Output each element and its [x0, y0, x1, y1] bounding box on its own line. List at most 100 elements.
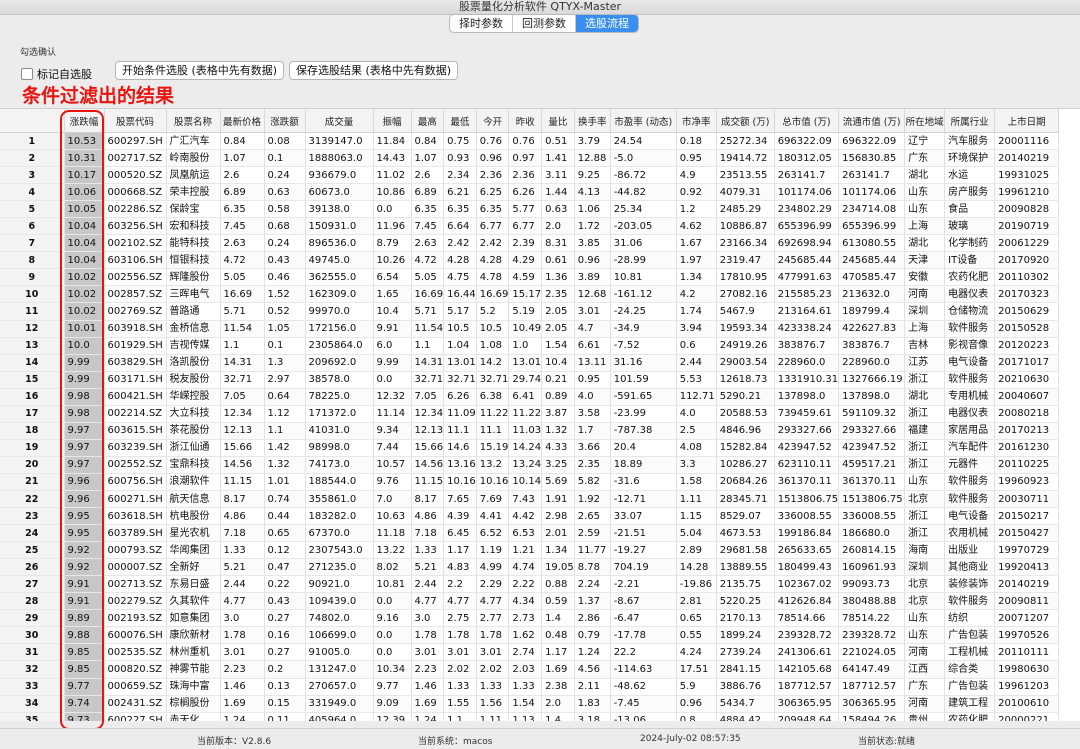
column-header[interactable]: 市净率	[676, 109, 717, 133]
column-header[interactable]: 上市日期	[994, 109, 1060, 133]
table-row[interactable]: 4 10.06 000668.SZ 荣丰控股 6.89 0.63 60673.0 10.86 6…	[0, 183, 1060, 202]
table-cell: 002769.SZ	[104, 302, 167, 321]
table-cell: 12.32	[373, 388, 412, 406]
column-header[interactable]: 总市值 (万)	[774, 109, 840, 133]
column-header[interactable]: 今开	[476, 109, 510, 133]
table-row[interactable]: 19 9.97 603239.SH 浙江仙通 15.66 1.42 98998.0 7.44 1…	[0, 439, 1060, 457]
table-cell: 3.89	[574, 268, 611, 287]
table-cell: -86.72	[610, 166, 677, 185]
table-cell: 2.35	[574, 456, 611, 474]
table-row[interactable]: 12 10.01 603918.SH 金桥信息 11.54 1.05 172156.0 9.9…	[0, 320, 1060, 338]
column-header[interactable]: 所在地域	[904, 109, 946, 133]
table-cell: 8.17	[411, 490, 445, 509]
table-cell: 6.41	[508, 388, 543, 406]
table-row[interactable]: 24 9.95 603789.SH 星光农机 7.18 0.65 67370.0 11.18 7…	[0, 524, 1060, 543]
table-row[interactable]: 23 9.95 603618.SH 杭电股份 4.86 0.44 183282.0 10.63…	[0, 507, 1060, 526]
table-row[interactable]: 7 10.04 002102.SZ 能特科技 2.63 0.24 896536.0 8.79 2…	[0, 234, 1060, 253]
table-cell: 27082.16	[716, 285, 775, 304]
table-row[interactable]: 20 9.97 002552.SZ 宝鼎科技 14.56 1.32 74173.0 10.57…	[0, 456, 1060, 474]
table-cell: 24.54	[610, 132, 677, 151]
table-cell: 0.43	[264, 592, 306, 611]
column-header[interactable]: 流通市值 (万)	[838, 109, 906, 133]
table-row[interactable]: 26 9.92 000007.SZ 全新好 5.21 0.47 271235.0 8.02 5.…	[0, 558, 1060, 577]
table-cell: 东易日盛	[166, 575, 221, 594]
table-cell: 1.7	[574, 422, 611, 440]
table-row[interactable]: 25 9.92 000793.SZ 华闻集团 1.33 0.12 2307543.0 13.2…	[0, 541, 1060, 560]
table-row[interactable]: 21 9.96 600756.SH 浪潮软件 11.15 1.01 188544.0 9.76…	[0, 473, 1060, 491]
table-cell: 1.69	[541, 660, 575, 679]
table-row[interactable]: 6 10.04 603256.SH 宏和科技 7.45 0.68 150931.0 11.96…	[0, 217, 1060, 236]
table-cell: 农药化肥	[944, 712, 996, 721]
tab-timing-params[interactable]: 择时参数	[450, 15, 513, 32]
table-row[interactable]: 3 10.17 000520.SZ 凤凰航运 2.6 0.24 936679.0 11.02 2…	[0, 166, 1060, 185]
table-row[interactable]: 31 9.85 002535.SZ 林州重机 3.01 0.27 91005.0 0.0 3.0…	[0, 643, 1060, 662]
column-header[interactable]: 振幅	[373, 109, 412, 133]
table-row[interactable]: 35 9.73 600227.SH 赤天化 1.24 0.11 405964.0 12.39 1…	[0, 712, 1060, 721]
table-cell: 15.66	[411, 439, 445, 457]
table-cell: 9.34	[373, 422, 412, 440]
column-header[interactable]: 成交量	[305, 109, 374, 133]
table-row[interactable]: 33 9.77 000659.SZ 珠海中富 1.46 0.13 270657.0 9.77 1…	[0, 678, 1060, 696]
table-row[interactable]: 2 10.31 002717.SZ 岭南股份 1.07 0.1 1888063.0 14.43…	[0, 149, 1060, 168]
mark-favorite-checkbox-row[interactable]: 标记自选股	[21, 66, 92, 82]
tab-backtest-params[interactable]: 回测参数	[513, 15, 576, 32]
table-cell: 14.31	[220, 354, 265, 372]
table-row[interactable]: 10 10.02 002857.SZ 三晖电气 16.69 1.52 162309.0 1.6…	[0, 285, 1060, 304]
table-cell: 0.44	[264, 507, 306, 526]
column-header[interactable]: 股票名称	[166, 109, 221, 133]
column-header[interactable]: 所属行业	[944, 109, 996, 133]
table-cell: -34.9	[610, 320, 677, 338]
table-row[interactable]: 14 9.99 603829.SH 洛凯股份 14.31 1.3 209692.0 9.99 1…	[0, 354, 1060, 372]
column-header[interactable]: 最低	[443, 109, 477, 133]
table-cell: 吉林	[904, 337, 946, 355]
table-row[interactable]: 8 10.04 603106.SH 恒银科技 4.72 0.43 49745.0 10.26 4…	[0, 251, 1060, 270]
column-header[interactable]: 最高	[411, 109, 445, 133]
table-row[interactable]: 22 9.96 600271.SH 航天信息 8.17 0.74 355861.0 7.0 8.…	[0, 490, 1060, 509]
table-cell: 3139147.0	[305, 132, 374, 151]
table-row[interactable]: 9 10.02 002556.SZ 辉隆股份 5.05 0.46 362555.0 6.54 5…	[0, 268, 1060, 287]
table-cell: 22.2	[610, 643, 677, 662]
table-row[interactable]: 1 10.53 600297.SH 广汇汽车 0.84 0.08 3139147.0 11.8…	[0, 132, 1060, 151]
change-pct-cell: 9.85	[64, 643, 105, 662]
column-header[interactable]: 最新价格	[220, 109, 265, 133]
save-results-button[interactable]: 保存选股结果 (表格中先有数据)	[289, 61, 459, 80]
table-row[interactable]: 34 9.74 002431.SZ 棕榈股份 1.69 0.15 331949.0 9.09 1…	[0, 695, 1060, 713]
column-header[interactable]: 市盈率 (动态)	[610, 109, 677, 133]
table-cell: 1.58	[676, 473, 717, 491]
table-cell: 002431.SZ	[104, 695, 167, 713]
column-header[interactable]: 昨收	[508, 109, 543, 133]
mark-favorite-checkbox[interactable]	[21, 68, 33, 80]
table-row[interactable]: 5 10.05 002286.SZ 保龄宝 6.35 0.58 39138.0 0.0 6.35…	[0, 200, 1060, 219]
table-cell: 187712.57	[838, 678, 906, 696]
tab-stock-selection[interactable]: 选股流程	[576, 15, 638, 32]
table-row[interactable]: 15 9.99 603171.SH 税友股份 32.71 2.97 38578.0 0.0 32…	[0, 371, 1060, 389]
start-selection-button[interactable]: 开始条件选股 (表格中先有数据)	[115, 61, 285, 80]
table-row[interactable]: 28 9.91 002279.SZ 久其软件 4.77 0.43 109439.0 0.0 4.…	[0, 592, 1060, 611]
table-cell: 270657.0	[305, 678, 374, 696]
column-header[interactable]: 涨跌幅	[64, 109, 105, 133]
column-header[interactable]: 涨跌额	[264, 109, 306, 133]
column-header[interactable]: 换手率	[574, 109, 611, 133]
column-header[interactable]: 股票代码	[104, 109, 167, 133]
table-cell: 7.43	[508, 490, 543, 509]
table-row[interactable]: 27 9.91 002713.SZ 东易日盛 2.44 0.22 90921.0 10.81 2…	[0, 575, 1060, 594]
table-cell: 3.3	[676, 456, 717, 474]
table-cell: 600227.SH	[104, 712, 167, 721]
table-cell: 三晖电气	[166, 285, 221, 304]
column-header[interactable]: 成交额 (万)	[716, 109, 775, 133]
table-row[interactable]: 29 9.89 002193.SZ 如意集团 3.0 0.27 74802.0 9.16 3.0…	[0, 609, 1060, 628]
table-row[interactable]: 13 10.0 601929.SH 吉视传媒 1.1 0.1 2305864.0 6.0 1.1…	[0, 337, 1060, 355]
table-cell: 603239.SH	[104, 439, 167, 457]
table-cell: -44.82	[610, 183, 677, 202]
table-row[interactable]: 16 9.98 600421.SH 华嵘控股 7.05 0.64 78225.0 12.32 7…	[0, 388, 1060, 406]
table-cell: 362555.0	[305, 268, 374, 287]
table-row[interactable]: 30 9.88 600076.SH 康欣新材 1.78 0.16 106699.0 0.0 1.…	[0, 626, 1060, 645]
column-header[interactable]: 量比	[541, 109, 575, 133]
table-row[interactable]: 17 9.98 002214.SZ 大立科技 12.34 1.12 171372.0 11.1…	[0, 405, 1060, 423]
results-table-container[interactable]: 涨跌幅 股票代码 股票名称 最新价格 涨跌额 成交量 振幅 最高 最低 今开 昨…	[0, 108, 1080, 721]
table-row[interactable]: 32 9.85 000820.SZ 神雾节能 2.23 0.2 131247.0 10.34 2…	[0, 660, 1060, 679]
row-number: 32	[0, 660, 65, 679]
table-row[interactable]: 11 10.02 002769.SZ 普路通 5.71 0.52 99970.0 10.4 5.…	[0, 302, 1060, 321]
table-row[interactable]: 18 9.97 603615.SH 茶花股份 12.13 1.1 41031.0 9.34 12…	[0, 422, 1060, 440]
table-cell: 1.32	[541, 422, 575, 440]
